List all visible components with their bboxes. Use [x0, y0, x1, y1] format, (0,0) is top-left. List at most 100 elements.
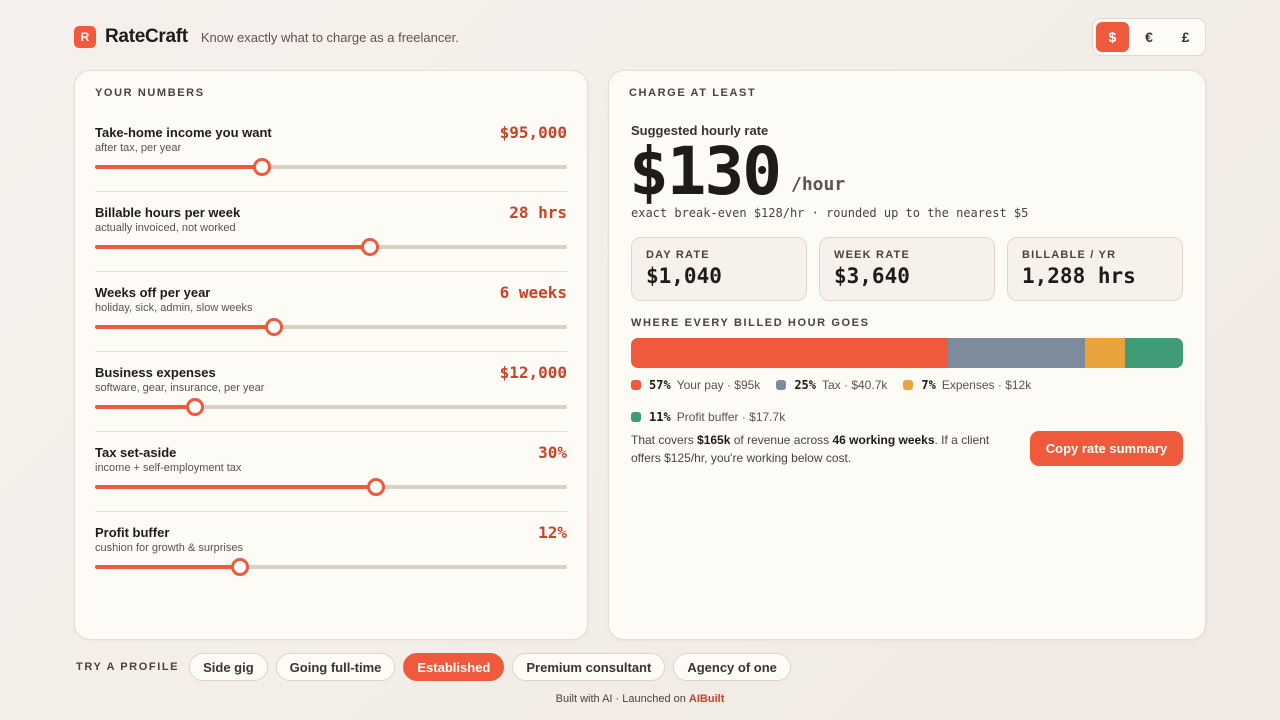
input-row: Take-home income you want after tax, per … — [95, 112, 567, 192]
slider-track[interactable] — [95, 398, 567, 416]
summary-revenue: $165k — [697, 433, 731, 447]
breakdown-title: WHERE EVERY BILLED HOUR GOES — [631, 317, 870, 329]
legend-item: 11% Profit buffer · $17.7k — [631, 410, 785, 424]
slider-fill — [95, 325, 274, 329]
summary-text: of revenue across — [730, 433, 833, 447]
input-label: Weeks off per year — [95, 285, 211, 300]
legend-percent: 25% — [794, 378, 816, 392]
slider-track[interactable] — [95, 238, 567, 256]
profile-chip[interactable]: Agency of one — [673, 653, 791, 681]
legend-swatch — [903, 380, 914, 390]
input-value: 12% — [538, 523, 567, 542]
input-value: 28 hrs — [509, 203, 567, 222]
summary-weeks: 46 working weeks — [832, 433, 935, 447]
stat-week-rate: WEEK RATE $3,640 — [819, 237, 995, 301]
currency-usd-button[interactable]: $ — [1096, 22, 1129, 52]
profile-chip[interactable]: Side gig — [189, 653, 268, 681]
slider-track[interactable] — [95, 558, 567, 576]
tagline: Know exactly what to charge as a freelan… — [200, 29, 459, 45]
revenue-summary: That covers $165k of revenue across 46 w… — [631, 431, 1003, 467]
inputs-card: YOUR NUMBERS Take-home income you want af… — [74, 70, 588, 640]
legend-percent: 57% — [649, 378, 671, 392]
footer-brand-link[interactable]: AIBuilt — [689, 693, 724, 705]
input-value: $95,000 — [499, 123, 567, 142]
input-label: Business expenses — [95, 365, 216, 380]
input-label: Tax set-aside — [95, 445, 177, 460]
app-header: R RateCraft Know exactly what to charge … — [74, 25, 459, 49]
slider-thumb[interactable] — [230, 558, 249, 576]
profiles-label: TRY A PROFILE — [76, 661, 180, 673]
row-divider — [95, 271, 567, 272]
input-label: Billable hours per week — [95, 205, 241, 220]
row-divider — [95, 351, 567, 352]
row-divider — [95, 191, 567, 192]
stat-label: BILLABLE / YR — [1022, 249, 1117, 261]
breakdown-segment — [631, 338, 949, 368]
row-divider — [95, 511, 567, 512]
input-hint: actually invoiced, not worked — [95, 222, 236, 234]
slider-thumb[interactable] — [253, 158, 272, 176]
stat-billable-year: BILLABLE / YR 1,288 hrs — [1007, 237, 1183, 301]
stat-value: 1,288 hrs — [1022, 264, 1136, 288]
input-row: Business expenses software, gear, insuran… — [95, 351, 567, 432]
slider-thumb[interactable] — [366, 478, 385, 496]
legend-item: 25% Tax · $40.7k — [776, 378, 887, 392]
input-label: Take-home income you want — [95, 125, 272, 140]
slider-track[interactable] — [95, 158, 567, 176]
slider-fill — [95, 165, 263, 169]
slider-thumb[interactable] — [186, 398, 205, 416]
profile-chip[interactable]: Established — [403, 653, 505, 681]
input-hint: after tax, per year — [95, 142, 182, 154]
breakdown-bar — [631, 338, 1183, 368]
app-name: RateCraft — [105, 26, 188, 47]
stat-label: DAY RATE — [646, 249, 710, 261]
legend-item: 57% Your pay · $95k — [631, 378, 760, 392]
logo-badge: R — [74, 26, 96, 48]
summary-text: That covers — [631, 433, 698, 447]
input-value: 6 weeks — [499, 283, 567, 302]
breakdown-segment — [948, 338, 1085, 368]
legend-percent: 7% — [921, 378, 936, 392]
currency-gbp-button[interactable]: £ — [1169, 22, 1202, 52]
breakdown-segment — [1125, 338, 1183, 368]
legend-label: Your pay · $95k — [676, 378, 761, 392]
input-value: 30% — [538, 443, 567, 462]
stat-value: $1,040 — [646, 264, 722, 288]
profile-chip[interactable]: Going full-time — [275, 653, 396, 681]
result-card: CHARGE AT LEAST Suggested hourly rate $1… — [608, 70, 1206, 640]
input-row: Profit buffer cushion for growth & surpri… — [95, 511, 567, 592]
result-title: CHARGE AT LEAST — [629, 87, 757, 99]
stat-label: WEEK RATE — [834, 249, 910, 261]
currency-eur-button[interactable]: € — [1133, 22, 1166, 52]
currency-switcher: $ € £ — [1092, 18, 1206, 56]
footer: Built with AI · Launched on AIBuilt — [0, 693, 1280, 705]
slider-thumb[interactable] — [360, 238, 379, 256]
input-row: Tax set-aside income + self-employment ta… — [95, 431, 567, 512]
stat-value: $3,640 — [834, 264, 910, 288]
legend-swatch — [631, 412, 641, 422]
profile-picker: TRY A PROFILE Side gig Going full-time Est… — [76, 653, 799, 681]
slider-fill — [95, 565, 240, 569]
slider-thumb[interactable] — [264, 318, 283, 336]
rate-note: exact break-even $128/hr · rounded up to… — [631, 206, 1029, 220]
copy-rate-summary-button[interactable]: Copy rate summary — [1030, 431, 1183, 466]
stat-day-rate: DAY RATE $1,040 — [631, 237, 807, 301]
rate-unit: /hour — [791, 174, 846, 195]
slider-track[interactable] — [95, 478, 567, 496]
hourly-rate: $130 — [629, 133, 782, 210]
profile-chip[interactable]: Premium consultant — [512, 653, 666, 681]
slider-fill — [95, 485, 376, 489]
legend-swatch — [776, 380, 787, 390]
input-hint: holiday, sick, admin, slow weeks — [95, 302, 253, 314]
legend-item: 7% Expenses · $12k — [903, 378, 1031, 392]
input-label: Profit buffer — [95, 525, 170, 540]
row-divider — [95, 431, 567, 432]
input-hint: income + self-employment tax — [95, 462, 242, 474]
slider-track[interactable] — [95, 318, 567, 336]
input-row: Billable hours per week actually invoiced… — [95, 191, 567, 272]
legend-label: Expenses · $12k — [941, 378, 1032, 392]
legend-swatch — [631, 380, 641, 390]
breakdown-segment — [1084, 338, 1126, 368]
slider-fill — [95, 245, 370, 249]
legend-label: Profit buffer · $17.7k — [676, 410, 786, 424]
